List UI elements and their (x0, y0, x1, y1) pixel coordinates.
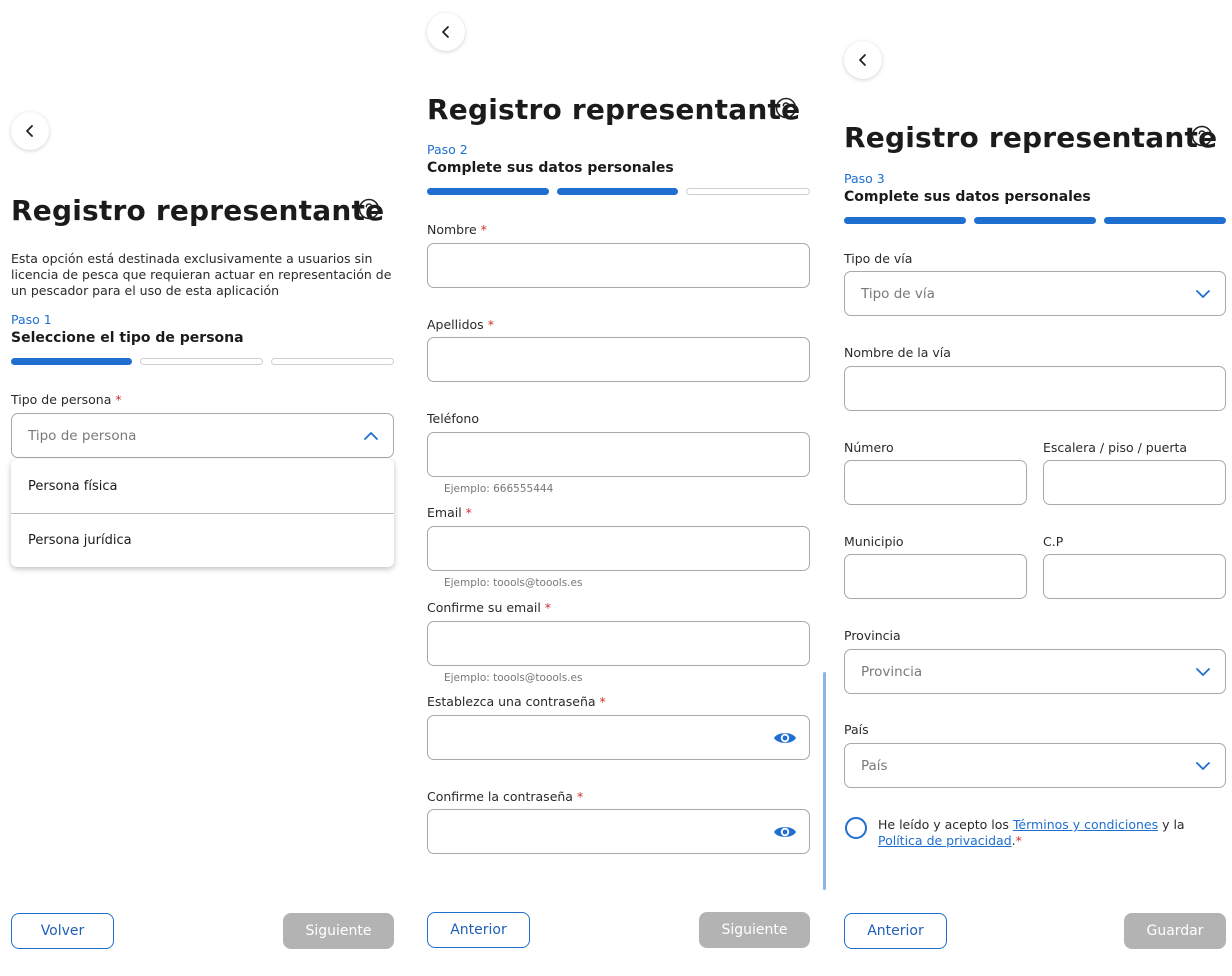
question-circle-icon[interactable] (358, 198, 380, 220)
email-input[interactable] (427, 526, 810, 571)
tipo-persona-select[interactable]: Tipo de persona (11, 413, 394, 458)
progress-segment (844, 217, 966, 224)
chevron-left-icon (859, 54, 866, 66)
privacy-link[interactable]: Política de privacidad (878, 833, 1012, 848)
terms-link[interactable]: Términos y condiciones (1013, 817, 1158, 832)
pais-select[interactable]: País (844, 743, 1226, 788)
anterior-button[interactable]: Anterior (427, 912, 530, 948)
escalera-input[interactable] (1043, 460, 1226, 505)
screen-step-1: Registro representante Esta opción está … (11, 0, 394, 976)
nombre-via-label: Nombre de la vía (844, 345, 951, 360)
step-title: Complete sus datos personales (844, 189, 1091, 205)
eye-icon[interactable] (773, 823, 797, 841)
nombre-via-input[interactable] (844, 366, 1226, 411)
chevron-left-icon (26, 125, 33, 137)
terms-text: He leído y acepto los Términos y condici… (878, 817, 1185, 848)
telefono-label: Teléfono (427, 411, 479, 426)
pais-label: País (844, 722, 869, 737)
pais-placeholder: País (861, 758, 888, 774)
confirm-email-label: Confirme su email * (427, 600, 552, 615)
accept-terms-radio[interactable] (845, 817, 867, 839)
tipo-via-placeholder: Tipo de vía (861, 286, 935, 302)
email-label: Email * (427, 505, 472, 520)
volver-button[interactable]: Volver (11, 913, 114, 949)
step-label: Paso 1 (11, 312, 52, 327)
back-button[interactable] (11, 112, 49, 150)
progress-segment (11, 358, 132, 365)
numero-input[interactable] (844, 460, 1027, 505)
chevron-left-icon (442, 26, 449, 38)
password-label: Establezca una contraseña * (427, 694, 606, 709)
tipo-persona-options: Persona física Persona jurídica (11, 459, 394, 567)
siguiente-button[interactable]: Siguiente (283, 913, 394, 949)
page-title: Registro representante (844, 121, 1218, 154)
eye-icon[interactable] (773, 729, 797, 747)
description-text: Esta opción está destinada exclusivament… (11, 251, 392, 298)
telefono-hint: Ejemplo: 666555444 (444, 483, 554, 495)
tipo-persona-placeholder: Tipo de persona (28, 428, 137, 444)
nombre-input[interactable] (427, 243, 810, 288)
cp-input[interactable] (1043, 554, 1226, 599)
option-persona-fisica[interactable]: Persona física (11, 459, 394, 513)
step-title: Complete sus datos personales (427, 160, 674, 176)
provincia-select[interactable]: Provincia (844, 649, 1226, 694)
progress-segment (1104, 217, 1226, 224)
chevron-down-icon (1196, 668, 1210, 676)
siguiente-button[interactable]: Siguiente (699, 912, 810, 948)
cp-label: C.P (1043, 534, 1064, 549)
municipio-input[interactable] (844, 554, 1027, 599)
tipo-persona-label: Tipo de persona * (11, 392, 122, 407)
progress-segment (686, 188, 811, 195)
progress-bar (427, 188, 811, 195)
escalera-label: Escalera / piso / puerta (1043, 440, 1188, 455)
progress-segment (140, 358, 263, 365)
confirm-password-label: Confirme la contraseña * (427, 789, 584, 804)
page-title: Registro representante (427, 93, 801, 126)
chevron-up-icon (364, 432, 378, 440)
progress-segment (974, 217, 1096, 224)
numero-label: Número (844, 440, 894, 455)
back-button[interactable] (427, 13, 465, 51)
email-hint: Ejemplo: toools@toools.es (444, 577, 583, 589)
confirm-email-hint: Ejemplo: toools@toools.es (444, 672, 583, 684)
progress-bar (844, 217, 1226, 224)
apellidos-label: Apellidos * (427, 317, 494, 332)
apellidos-input[interactable] (427, 337, 810, 382)
back-button[interactable] (844, 41, 882, 79)
screen-step-3: Registro representante Paso 3 Complete s… (844, 0, 1226, 976)
progress-segment (427, 188, 549, 195)
confirm-email-input[interactable] (427, 621, 810, 666)
page-title: Registro representante (11, 194, 385, 227)
municipio-label: Municipio (844, 534, 904, 549)
step-label: Paso 3 (844, 171, 885, 186)
question-circle-icon[interactable] (775, 97, 797, 119)
option-persona-juridica[interactable]: Persona jurídica (11, 513, 394, 567)
tipo-via-label: Tipo de vía (844, 251, 913, 266)
question-circle-icon[interactable] (1191, 125, 1213, 147)
nombre-label: Nombre * (427, 222, 487, 237)
step-title: Seleccione el tipo de persona (11, 330, 244, 346)
progress-segment (271, 358, 394, 365)
password-input[interactable] (427, 715, 810, 760)
tipo-via-select[interactable]: Tipo de vía (844, 271, 1226, 316)
provincia-label: Provincia (844, 628, 901, 643)
provincia-placeholder: Provincia (861, 664, 923, 680)
telefono-input[interactable] (427, 432, 810, 477)
progress-segment (556, 188, 679, 195)
chevron-down-icon (1196, 290, 1210, 298)
guardar-button[interactable]: Guardar (1124, 913, 1226, 949)
step-label: Paso 2 (427, 142, 468, 157)
confirm-password-input[interactable] (427, 809, 810, 854)
chevron-down-icon (1196, 762, 1210, 770)
scrollbar[interactable] (823, 672, 826, 890)
screen-step-2: Registro representante Paso 2 Complete s… (427, 0, 811, 976)
anterior-button[interactable]: Anterior (844, 913, 947, 949)
progress-bar (11, 358, 394, 365)
